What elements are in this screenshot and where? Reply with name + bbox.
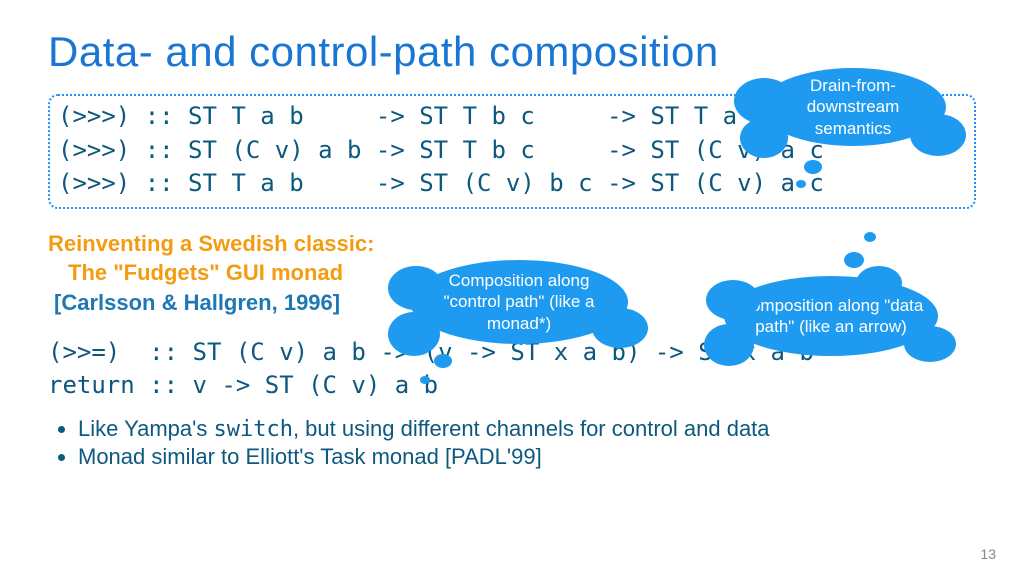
bullet-1: Like Yampa's switch, but using different… [78,415,976,443]
bullet-list: Like Yampa's switch, but using different… [48,415,976,471]
code-line-3: (>>>) :: ST T a b -> ST (C v) b c -> ST … [58,167,966,201]
page-number: 13 [980,546,996,562]
bullet-1-pre: Like Yampa's [78,416,213,441]
callout-text: Composition along "data path" (like an a… [738,295,924,338]
orange-line-1: Reinventing a Swedish classic: [48,229,976,259]
code-line-5: return :: v -> ST (C v) a b [48,369,976,403]
bullet-1-post: , but using different channels for contr… [293,416,770,441]
slide: Data- and control-path composition (>>>)… [0,0,1024,576]
callout-text: Composition along "control path" (like a… [424,270,614,334]
callout-drain-semantics: Drain-from-downstream semantics [760,68,950,146]
callout-data-path: Composition along "data path" (like an a… [724,276,942,356]
bullet-2: Monad similar to Elliott's Task monad [P… [78,443,976,471]
callout-text: Drain-from-downstream semantics [774,75,932,139]
bullet-1-code: switch [213,417,292,442]
callout-control-path: Composition along "control path" (like a… [410,260,630,344]
